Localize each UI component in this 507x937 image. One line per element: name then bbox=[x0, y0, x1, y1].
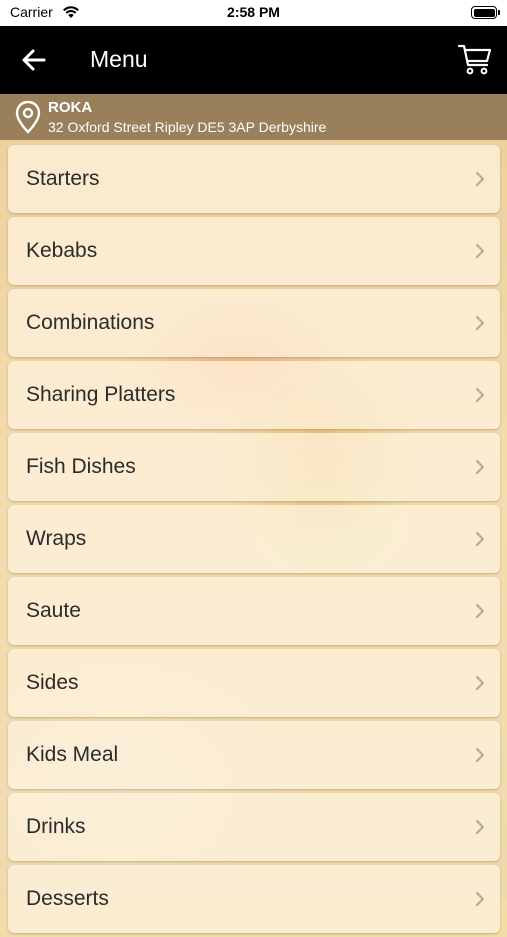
menu-item-label: Fish Dishes bbox=[26, 455, 136, 478]
menu-item-drinks[interactable]: Drinks bbox=[8, 793, 500, 861]
menu-item-kebabs[interactable]: Kebabs bbox=[8, 217, 500, 285]
back-arrow-icon[interactable] bbox=[18, 46, 50, 74]
chevron-right-icon bbox=[476, 460, 484, 474]
menu-item-label: Kebabs bbox=[26, 239, 98, 262]
chevron-right-icon bbox=[476, 244, 484, 258]
restaurant-address: 32 Oxford Street Ripley DE5 3AP Derbyshi… bbox=[48, 119, 327, 135]
menu-item-label: Combinations bbox=[26, 311, 155, 334]
chevron-right-icon bbox=[476, 316, 484, 330]
menu-item-starters[interactable]: Starters bbox=[8, 145, 500, 213]
menu-list: Starters Kebabs Combinations Sharing Pla… bbox=[8, 145, 500, 937]
cart-icon[interactable] bbox=[457, 42, 493, 76]
chevron-right-icon bbox=[476, 388, 484, 402]
menu-item-kids-meal[interactable]: Kids Meal bbox=[8, 721, 500, 789]
location-bar: ROKA 32 Oxford Street Ripley DE5 3AP Der… bbox=[0, 94, 507, 140]
chevron-right-icon bbox=[476, 820, 484, 834]
status-bar: Carrier 2:58 PM bbox=[0, 0, 507, 26]
page-title: Menu bbox=[90, 46, 148, 72]
chevron-right-icon bbox=[476, 604, 484, 618]
chevron-right-icon bbox=[476, 172, 484, 186]
menu-item-label: Saute bbox=[26, 599, 81, 622]
menu-item-label: Wraps bbox=[26, 527, 87, 550]
menu-item-label: Sides bbox=[26, 671, 79, 694]
chevron-right-icon bbox=[476, 676, 484, 690]
menu-item-sides[interactable]: Sides bbox=[8, 649, 500, 717]
menu-item-fish-dishes[interactable]: Fish Dishes bbox=[8, 433, 500, 501]
menu-item-desserts[interactable]: Desserts bbox=[8, 865, 500, 933]
menu-item-label: Kids Meal bbox=[26, 743, 119, 766]
menu-item-label: Starters bbox=[26, 167, 100, 190]
battery-icon bbox=[471, 6, 500, 19]
menu-item-combinations[interactable]: Combinations bbox=[8, 289, 500, 357]
chevron-right-icon bbox=[476, 532, 484, 546]
chevron-right-icon bbox=[476, 892, 484, 906]
nav-bar: Menu bbox=[0, 26, 507, 94]
menu-item-label: Sharing Platters bbox=[26, 383, 176, 406]
menu-item-label: Desserts bbox=[26, 887, 109, 910]
menu-item-saute[interactable]: Saute bbox=[8, 577, 500, 645]
menu-item-label: Drinks bbox=[26, 815, 86, 838]
menu-item-wraps[interactable]: Wraps bbox=[8, 505, 500, 573]
status-time: 2:58 PM bbox=[227, 4, 280, 20]
menu-item-sharing-platters[interactable]: Sharing Platters bbox=[8, 361, 500, 429]
restaurant-name: ROKA bbox=[48, 99, 93, 116]
location-pin-icon bbox=[15, 100, 41, 134]
chevron-right-icon bbox=[476, 748, 484, 762]
